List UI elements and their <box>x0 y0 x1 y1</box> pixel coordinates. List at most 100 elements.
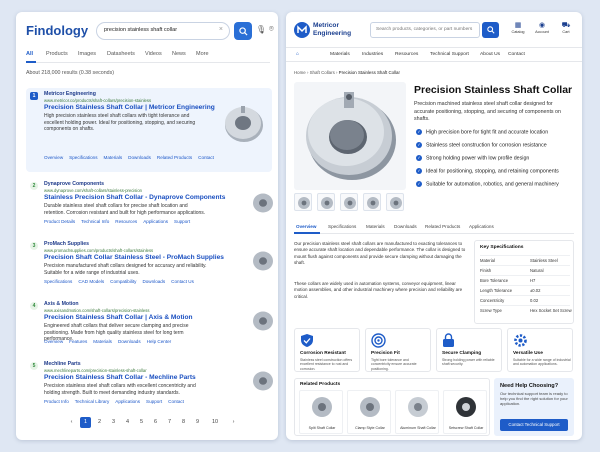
page-number[interactable]: 10 <box>208 417 222 428</box>
account-button[interactable]: ◉ Account <box>530 21 554 34</box>
sitelink[interactable]: Technical Info <box>81 219 109 224</box>
nav-materials[interactable]: Materials <box>330 52 350 57</box>
result-url[interactable]: www.dynaprove.com/shaft-collars/stainles… <box>44 188 142 193</box>
shaft-collar-image[interactable] <box>252 250 274 272</box>
result-url[interactable]: www.mechlineparts.com/precision-stainles… <box>44 368 147 373</box>
result-title[interactable]: Stainless Precision Shaft Collar - Dynap… <box>44 194 225 201</box>
sitelink[interactable]: Help Center <box>147 339 172 344</box>
related-product[interactable]: Aluminum Shaft Collar <box>395 390 439 434</box>
store-search-button[interactable] <box>482 22 499 38</box>
tab-images[interactable]: Images <box>78 51 96 57</box>
page-number[interactable]: 2 <box>94 417 105 428</box>
tab-applications[interactable]: Applications <box>469 224 494 229</box>
page-number[interactable]: 3 <box>108 417 119 428</box>
sitelink[interactable]: Contact <box>168 399 184 404</box>
related-product-name[interactable]: Split Shaft Collar <box>300 426 344 430</box>
sitelink[interactable]: Overview <box>44 339 63 344</box>
shaft-collar-image[interactable] <box>252 310 274 332</box>
related-product-name[interactable]: Setscrew Shaft Collar <box>444 426 488 430</box>
sitelink[interactable]: Specifications <box>69 155 97 160</box>
thumbnail[interactable] <box>294 193 312 211</box>
tab-videos[interactable]: Videos <box>145 51 162 57</box>
tab-datasheets[interactable]: Datasheets <box>107 51 135 57</box>
store-search-input[interactable]: Search products, categories, or part num… <box>370 22 480 38</box>
result-site[interactable]: Mechline Parts <box>44 361 81 367</box>
sitelink[interactable]: Materials <box>104 155 123 160</box>
microphone-icon[interactable]: 🎙 <box>256 25 266 34</box>
next-page-icon[interactable]: › <box>228 417 239 428</box>
nav-industries[interactable]: Industries <box>362 52 383 57</box>
search-input[interactable]: precision stainless shaft collar × <box>96 22 230 40</box>
result-url[interactable]: www.metricor.co/products/shaft-collars/p… <box>44 98 151 103</box>
related-product-name[interactable]: Clamp Style Collar <box>348 426 392 430</box>
page-number[interactable]: 8 <box>178 417 189 428</box>
related-product[interactable]: Clamp Style Collar <box>347 390 391 434</box>
tab-news[interactable]: News <box>172 51 186 57</box>
product-main-image[interactable] <box>294 82 406 190</box>
sitelink[interactable]: Materials <box>93 339 112 344</box>
camera-icon[interactable]: ⌾ <box>269 24 274 34</box>
nav-about-us[interactable]: About Us <box>480 52 500 57</box>
result-site[interactable]: Dynaprove Components <box>44 181 104 187</box>
nav-contact[interactable]: Contact <box>508 52 525 57</box>
page-number[interactable]: 9 <box>192 417 203 428</box>
sitelink[interactable]: Downloads <box>142 279 165 284</box>
tab-materials[interactable]: Materials <box>366 224 385 229</box>
result-title[interactable]: Precision Stainless Shaft Collar | Axis … <box>44 314 193 321</box>
result-title[interactable]: Precision Shaft Collar Stainless Steel -… <box>44 254 224 261</box>
search-query[interactable]: precision stainless shaft collar <box>104 27 177 33</box>
page-number[interactable]: 4 <box>122 417 133 428</box>
thumbnail[interactable] <box>363 193 381 211</box>
thumbnail[interactable] <box>340 193 358 211</box>
result-site[interactable]: ProMach Supplies <box>44 241 89 247</box>
breadcrumb-category[interactable]: Shaft Collars <box>310 70 335 75</box>
result-site[interactable]: Axis & Motion <box>44 301 79 307</box>
nav-resources[interactable]: Resources <box>395 52 418 57</box>
sitelink[interactable]: Resources <box>115 219 137 224</box>
result-title[interactable]: Precision Stainless Shaft Collar - Mechl… <box>44 374 196 381</box>
result-url[interactable]: www.promachsupplies.com/products/shaft-c… <box>44 248 153 253</box>
brand-name-line2[interactable]: Engineering <box>313 30 351 37</box>
page-number[interactable]: 6 <box>150 417 161 428</box>
brand-name-line1[interactable]: Metricor <box>313 22 339 29</box>
sitelink[interactable]: Applications <box>143 219 168 224</box>
breadcrumb-home[interactable]: Home <box>294 70 306 75</box>
tab-products[interactable]: Products <box>46 51 68 57</box>
page-number[interactable]: 1 <box>80 417 91 428</box>
nav-technical-support[interactable]: Technical Support <box>430 52 469 57</box>
sitelink[interactable]: Technical Library <box>75 399 109 404</box>
result-url[interactable]: www.axisandmotion.com/shaft-collars/prec… <box>44 308 149 313</box>
result-title[interactable]: Precision Stainless Shaft Collar | Metri… <box>44 104 215 111</box>
sitelink[interactable]: Downloads <box>128 155 151 160</box>
tab-more[interactable]: More <box>196 51 209 57</box>
related-product[interactable]: Setscrew Shaft Collar <box>443 390 487 434</box>
sitelink[interactable]: Contact Us <box>171 279 194 284</box>
tab-all[interactable]: All <box>26 51 33 57</box>
sitelink[interactable]: Support <box>174 219 190 224</box>
home-icon[interactable]: ⌂ <box>296 52 299 57</box>
thumbnail[interactable] <box>317 193 335 211</box>
sitelink[interactable]: Support <box>146 399 162 404</box>
tab-specifications[interactable]: Specifications <box>328 224 356 229</box>
tab-downloads[interactable]: Downloads <box>394 224 417 229</box>
tab-related-products[interactable]: Related Products <box>425 224 460 229</box>
related-product-name[interactable]: Aluminum Shaft Collar <box>396 426 440 430</box>
result-site[interactable]: Metricor Engineering <box>44 91 96 97</box>
sitelink[interactable]: Compatibility <box>110 279 136 284</box>
sitelink[interactable]: Downloads <box>118 339 141 344</box>
shaft-collar-image[interactable] <box>222 104 266 144</box>
sitelink[interactable]: Contact <box>198 155 214 160</box>
sitelink[interactable]: Product Info <box>44 399 69 404</box>
sitelink[interactable]: Features <box>69 339 87 344</box>
brand-logo-icon[interactable] <box>294 22 310 38</box>
cart-button[interactable]: ⛟ Cart <box>554 21 578 34</box>
search-button[interactable] <box>234 22 252 40</box>
page-number[interactable]: 7 <box>164 417 175 428</box>
prev-page-icon[interactable]: ‹ <box>66 417 77 428</box>
related-product[interactable]: Split Shaft Collar <box>299 390 343 434</box>
sitelink[interactable]: Related Products <box>157 155 192 160</box>
clear-icon[interactable]: × <box>219 26 223 33</box>
shaft-collar-image[interactable] <box>252 192 274 214</box>
thumbnail[interactable] <box>386 193 404 211</box>
sitelink[interactable]: Product Details <box>44 219 75 224</box>
